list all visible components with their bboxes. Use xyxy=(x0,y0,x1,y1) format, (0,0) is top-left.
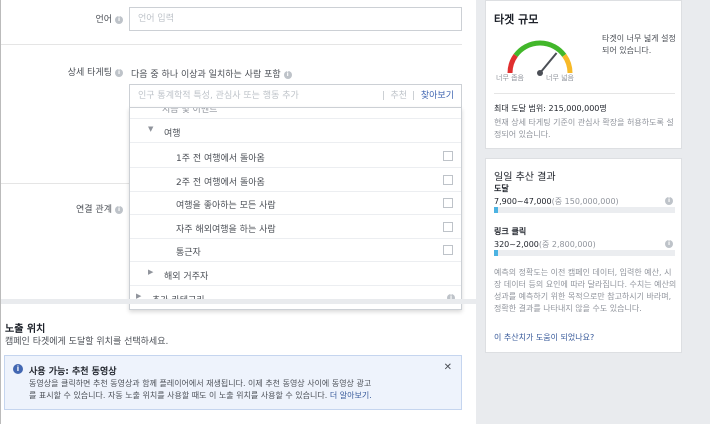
category-row-partial[interactable]: 지금 및 이벤트 xyxy=(130,107,461,119)
reach-bar-fill xyxy=(494,207,498,213)
info-icon[interactable]: i xyxy=(115,68,123,77)
gauge-right-label: 너무 넓음 xyxy=(546,74,574,82)
audience-title: 타겟 규모 xyxy=(494,13,539,26)
reach-label: 도달 xyxy=(494,184,509,193)
caret-right-icon: ▶ xyxy=(148,268,154,276)
item-label: 여행을 좋아하는 모든 사람 xyxy=(176,201,276,211)
category-row-expats[interactable]: ▶ 해외 거주자 xyxy=(130,263,461,286)
category-row-travel[interactable]: ▼ 여행 xyxy=(130,120,461,143)
daily-estimates-panel: 일일 추산 결과 도달 7,900~47,000(중 150,000,000) … xyxy=(485,158,682,353)
list-item[interactable]: 통근자 xyxy=(130,239,461,262)
detailed-targeting-hint-row: 다음 중 하나 이상과 일치하는 사람 포함 i xyxy=(131,67,292,80)
language-label: 언어 xyxy=(95,15,112,25)
clicks-range: 320~2,000(중 2,800,000) xyxy=(494,239,596,250)
gauge-pivot xyxy=(537,70,543,76)
gauge-segment-red xyxy=(507,53,518,74)
gauge-left-label: 너무 좁음 xyxy=(496,74,524,82)
separator: | xyxy=(411,91,415,101)
featured-video-notice: i 사용 가능: 추천 동영상 ✕ 동영상을 클릭하면 추천 동영상과 함께 플… xyxy=(4,355,462,410)
placement-subtitle: 캠페인 타겟에게 도달할 위치를 선택하세요. xyxy=(5,337,169,347)
close-icon[interactable]: ✕ xyxy=(444,362,452,373)
clicks-bar-fill xyxy=(494,250,498,256)
item-label: 2주 전 여행에서 돌아옴 xyxy=(176,178,265,188)
checkbox[interactable] xyxy=(443,245,453,255)
info-icon[interactable]: i xyxy=(115,205,123,214)
audience-size-panel: 타겟 규모 너무 좁음 너무 넓음 타겟이 너무 넓게 설정되어 있습니다. 최… xyxy=(485,0,682,149)
divider xyxy=(1,183,129,184)
detailed-targeting-hint: 다음 중 하나 이상과 일치하는 사람 포함 xyxy=(131,70,281,80)
notice-body-text: 를 표시할 수 있습니다. 자동 노출 위치를 사용할 때도 이 노출 위치를 … xyxy=(29,391,328,400)
checkbox[interactable] xyxy=(443,175,453,185)
estimate-disclaimer: 예측의 정확도는 이전 캠페인 데이터, 입력한 예산, 시장 데이터 등의 요… xyxy=(494,268,677,313)
feedback-link[interactable]: 이 추산치가 도움이 되었나요? xyxy=(494,332,594,343)
clicks-bar xyxy=(494,250,675,256)
reach-total: (중 150,000,000) xyxy=(551,197,619,206)
notice-body-line1: 동영상을 클릭하면 추천 동영상과 함께 플레이어에서 재생됩니다. 이제 추천… xyxy=(29,379,372,388)
clicks-total: (중 2,800,000) xyxy=(538,240,596,249)
checkbox[interactable] xyxy=(443,151,453,161)
sidebar: 타겟 규모 너무 좁음 너무 넓음 타겟이 너무 넓게 설정되어 있습니다. 최… xyxy=(476,0,710,424)
gauge-needle xyxy=(539,52,558,74)
clicks-label: 링크 클릭 xyxy=(494,227,527,236)
language-input[interactable]: 언어 입력 xyxy=(129,7,462,31)
reach-value: 7,900~47,000 xyxy=(494,197,552,206)
notice-body-line2: 를 표시할 수 있습니다. 자동 노출 위치를 사용할 때도 이 노출 위치를 … xyxy=(29,390,459,401)
list-item[interactable]: 여행을 좋아하는 모든 사람 xyxy=(130,192,461,215)
detailed-targeting-row-label: 상세 타게팅 i xyxy=(31,65,123,78)
category-label: 해외 거주자 xyxy=(164,272,209,282)
clicks-value: 320~2,000 xyxy=(494,240,539,249)
info-icon: i xyxy=(13,364,23,374)
list-item[interactable]: 1주 전 여행에서 돌아옴 xyxy=(130,145,461,168)
separator: | xyxy=(381,91,385,101)
connections-row-label: 연결 관계 i xyxy=(31,202,123,215)
item-label: 통근자 xyxy=(176,248,201,258)
item-label: 1주 전 여행에서 돌아옴 xyxy=(176,154,265,164)
language-placeholder: 언어 입력 xyxy=(138,14,174,24)
detailed-targeting-label: 상세 타게팅 xyxy=(67,68,112,78)
browse-button[interactable]: 찾아보기 xyxy=(421,85,454,107)
estimates-title: 일일 추산 결과 xyxy=(494,172,556,183)
list-item[interactable]: 자주 해외여행을 하는 사람 xyxy=(130,216,461,239)
language-row-label: 언어 i xyxy=(41,12,123,25)
info-icon[interactable]: i xyxy=(665,240,673,248)
reach-range: 7,900~47,000(중 150,000,000) xyxy=(494,196,619,207)
info-icon[interactable]: i xyxy=(283,70,292,79)
reach-bar xyxy=(494,207,675,213)
connections-label: 연결 관계 xyxy=(76,205,112,215)
gauge-segment-yellow xyxy=(562,53,573,74)
targeting-form: 언어 i 언어 입력 상세 타게팅 i 다음 중 하나 이상과 일치하는 사람 포함… xyxy=(0,0,476,424)
notice-title: 사용 가능: 추천 동영상 xyxy=(29,367,117,377)
reach-note: 현재 상세 타게팅 기준이 관심사 확장을 허용하도록 설정되어 있습니다. xyxy=(494,118,674,139)
info-icon[interactable]: i xyxy=(665,197,673,205)
category-label: 지금 및 이벤트 xyxy=(162,107,218,115)
item-label: 자주 해외여행을 하는 사람 xyxy=(176,225,276,235)
placement-title: 노출 위치 xyxy=(5,324,46,335)
suggestions-button[interactable]: 추천 xyxy=(390,85,407,107)
category-label: 여행 xyxy=(164,129,181,139)
potential-reach: 최대 도달 범위: 215,000,000명 xyxy=(494,104,607,113)
divider xyxy=(1,44,462,45)
checkbox[interactable] xyxy=(443,222,453,232)
gauge-message: 타겟이 너무 넓게 설정되어 있습니다. xyxy=(602,34,676,55)
learn-more-link[interactable]: 더 알아보기. xyxy=(330,391,372,400)
section-separator xyxy=(1,299,476,304)
list-item[interactable]: 2주 전 여행에서 돌아옴 xyxy=(130,169,461,192)
info-icon[interactable]: i xyxy=(115,15,123,24)
browse-dropdown: 지금 및 이벤트 ▼ 여행 1주 전 여행에서 돌아옴 2주 전 여행에서 돌아… xyxy=(129,107,462,310)
page: 언어 i 언어 입력 상세 타게팅 i 다음 중 하나 이상과 일치하는 사람 포함… xyxy=(0,0,710,424)
caret-down-icon: ▼ xyxy=(148,125,154,133)
search-placeholder: 인구 통계학적 특성, 관심사 또는 행동 추가 xyxy=(138,91,299,101)
checkbox[interactable] xyxy=(443,198,453,208)
divider xyxy=(494,93,675,94)
detailed-targeting-search-input[interactable]: 인구 통계학적 특성, 관심사 또는 행동 추가 | 추천 | 찾아보기 xyxy=(129,84,462,108)
